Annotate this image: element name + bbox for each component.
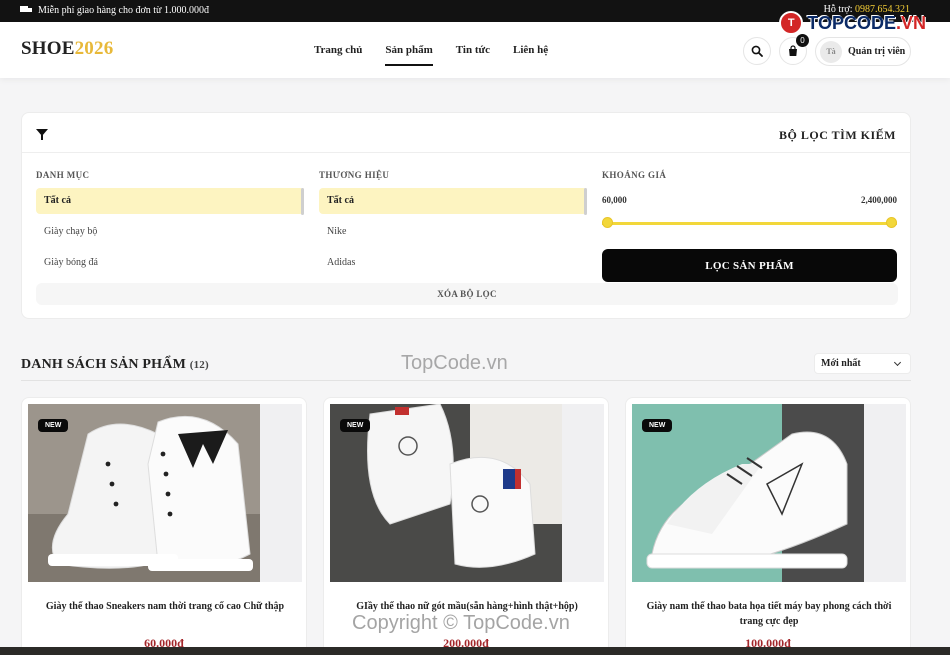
nav-news[interactable]: Tin tức xyxy=(456,44,490,66)
user-menu[interactable]: Tà Quản trị viên xyxy=(815,37,911,66)
product-image[interactable]: NEW xyxy=(28,404,302,582)
price-max-value: 2,400,000 xyxy=(861,195,897,205)
shipping-notice: Miễn phí giao hàng cho đơn từ 1.000.000đ xyxy=(20,5,209,16)
category-option[interactable]: Giày bóng đá xyxy=(36,250,304,276)
search-filter-panel: BỘ LỌC TÌM KIẾM DANH MỤC Tất cả Giày chạ… xyxy=(21,112,911,319)
logo-main: SHOE xyxy=(21,38,75,59)
nav-contact[interactable]: Liên hệ xyxy=(513,44,548,66)
new-badge: NEW xyxy=(38,419,69,432)
filter-funnel-icon xyxy=(36,129,48,140)
avatar: Tà xyxy=(820,40,842,63)
brand-list: Tất cả Nike Adidas xyxy=(319,188,587,281)
product-name[interactable]: Giày nam thể thao bata họa tiết máy bay … xyxy=(636,599,902,629)
brand-label: THƯƠNG HIỆU xyxy=(319,170,390,180)
brand-option[interactable]: Nike xyxy=(319,219,587,245)
filter-header: BỘ LỌC TÌM KIẾM xyxy=(22,113,910,153)
divider xyxy=(21,380,911,381)
product-list-title: DANH SÁCH SẢN PHẨM (12) xyxy=(21,357,209,372)
price-values: 60,000 2,400,000 xyxy=(602,195,897,205)
copyright-watermark: Copyright © TopCode.vn xyxy=(352,612,570,634)
product-card[interactable]: NEW Giày thể thao Sneakers nam thời tran… xyxy=(21,397,307,655)
nav-home[interactable]: Trang chủ xyxy=(314,44,362,66)
filter-title: BỘ LỌC TÌM KIẾM xyxy=(779,128,896,142)
price-min-value: 60,000 xyxy=(602,195,627,205)
price-min-handle[interactable] xyxy=(602,217,613,228)
category-label: DANH MỤC xyxy=(36,170,90,180)
product-image[interactable]: NEW xyxy=(330,404,604,582)
sneaker-photo-3 xyxy=(632,404,906,582)
apply-filter-button[interactable]: LỌC SẢN PHẨM xyxy=(602,249,897,282)
clear-filter-button[interactable]: XÓA BỘ LỌC xyxy=(36,283,898,305)
chevron-down-icon xyxy=(893,358,902,367)
category-option[interactable]: Giày chạy bộ xyxy=(36,219,304,245)
main-nav: Trang chủ Sản phẩm Tin tức Liên hệ xyxy=(314,44,571,66)
nav-products[interactable]: Sản phẩm xyxy=(385,44,433,66)
center-watermark: TopCode.vn xyxy=(401,352,508,374)
shopping-bag-icon xyxy=(789,45,797,56)
cart-button[interactable]: 0 xyxy=(779,34,809,65)
sneaker-photo-1 xyxy=(28,404,302,582)
shipping-text: Miễn phí giao hàng cho đơn từ 1.000.000đ xyxy=(38,5,209,16)
site-logo[interactable]: SHOE2026 xyxy=(21,38,113,60)
category-list: Tất cả Giày chạy bộ Giày bóng đá xyxy=(36,188,304,281)
product-image[interactable]: NEW xyxy=(632,404,906,582)
price-max-handle[interactable] xyxy=(886,217,897,228)
topcode-logo-text: TOPCODE.VN xyxy=(807,12,926,33)
search-button[interactable] xyxy=(743,37,771,65)
product-count: (12) xyxy=(189,359,209,371)
search-icon xyxy=(751,45,763,57)
product-name[interactable]: Giày thể thao Sneakers nam thời trang cổ… xyxy=(32,599,298,614)
new-badge: NEW xyxy=(340,419,371,432)
user-name: Quản trị viên xyxy=(848,46,906,57)
topcode-badge-icon: T xyxy=(779,11,804,35)
brand-scrollbar[interactable] xyxy=(584,188,587,215)
new-badge: NEW xyxy=(642,419,673,432)
price-label: KHOẢNG GIÁ xyxy=(602,170,667,180)
topcode-watermark-logo: T TOPCODE.VN xyxy=(779,10,926,36)
truck-icon xyxy=(20,6,32,15)
brand-option[interactable]: Tất cả xyxy=(319,188,587,214)
category-scrollbar[interactable] xyxy=(301,188,304,215)
sort-select[interactable]: Mới nhất xyxy=(814,353,911,374)
price-range-track[interactable] xyxy=(602,222,897,225)
sneaker-photo-2 xyxy=(330,404,604,582)
bottom-strip xyxy=(0,647,950,655)
brand-option[interactable]: Adidas xyxy=(319,250,587,276)
logo-year: 2026 xyxy=(74,38,114,59)
product-card[interactable]: NEW Giày nam thể thao bata họa tiết máy … xyxy=(625,397,911,655)
category-option[interactable]: Tất cả xyxy=(36,188,304,214)
sort-selected-value: Mới nhất xyxy=(821,358,861,369)
